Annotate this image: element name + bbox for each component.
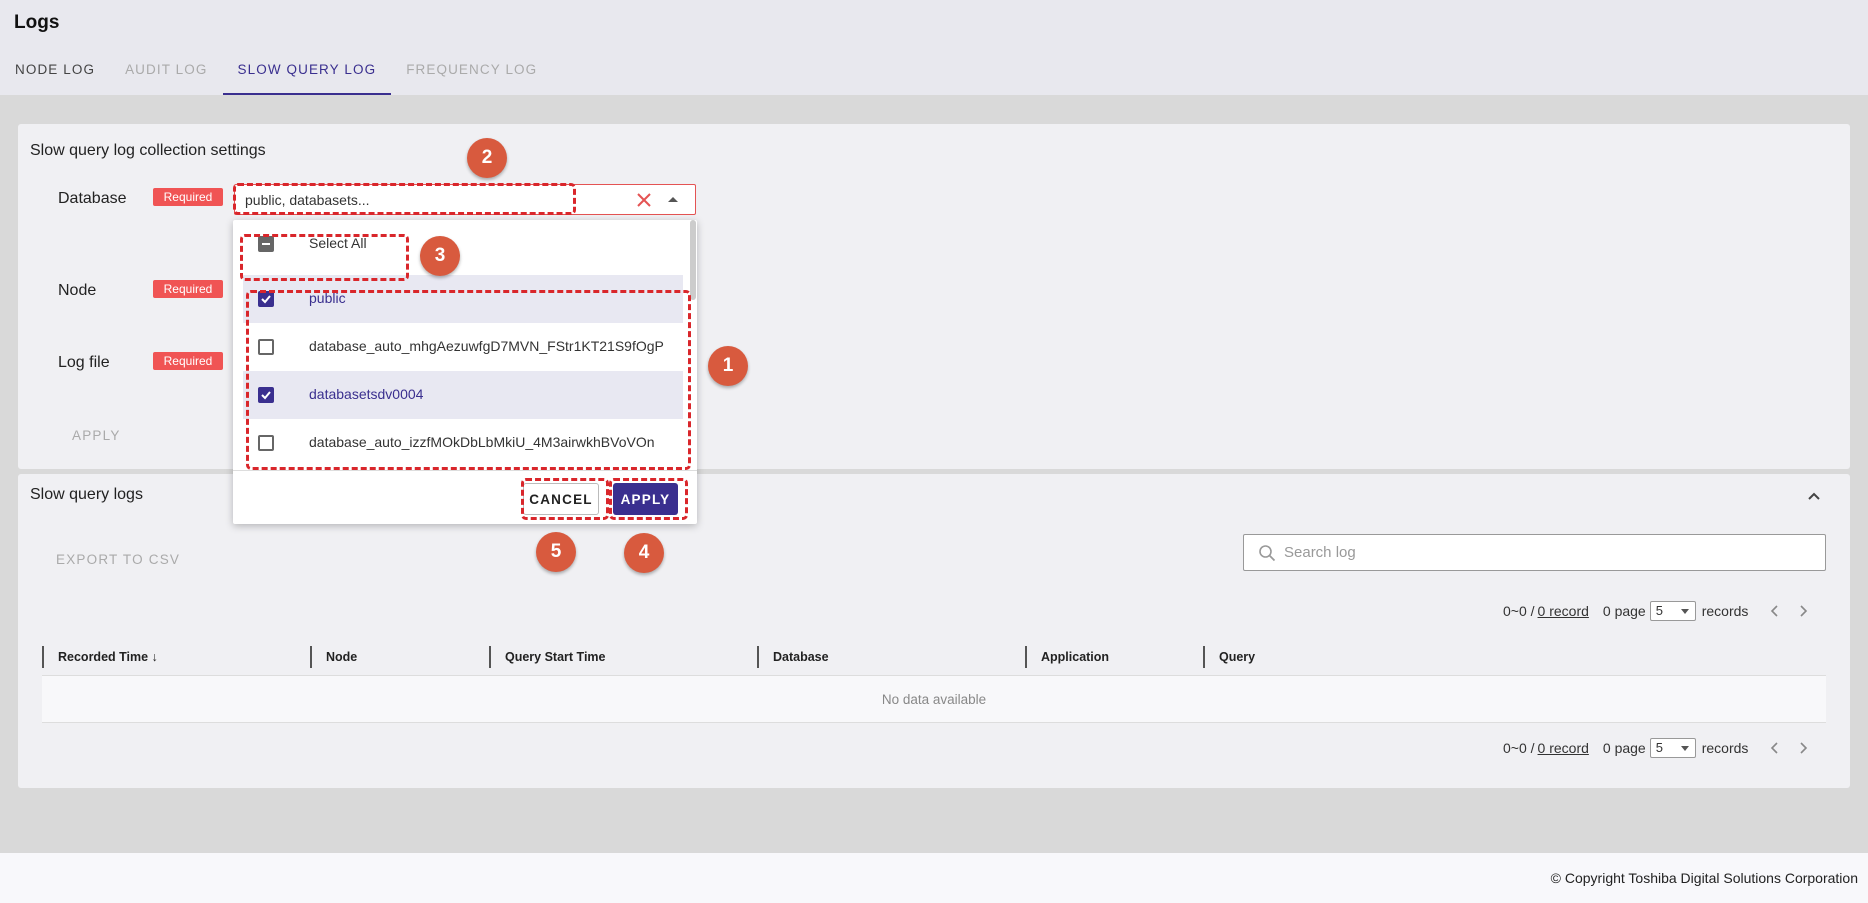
settings-apply-button[interactable]: APPLY	[72, 428, 121, 443]
annotation-marker-5: 5	[536, 532, 576, 572]
per-page-value: 5	[1655, 740, 1663, 755]
footer: © Copyright Toshiba Digital Solutions Co…	[0, 853, 1868, 903]
pager-records-link[interactable]: 0 record	[1538, 740, 1589, 756]
no-data-message: No data available	[881, 692, 987, 707]
select-all-option[interactable]: Select All	[243, 220, 683, 268]
per-page-select[interactable]: 5	[1649, 738, 1696, 758]
tab-frequency-log[interactable]: FREQUENCY LOG	[391, 55, 552, 95]
database-label: Database	[58, 190, 127, 207]
pager-pages: 0 page	[1602, 740, 1646, 756]
chevron-right-icon[interactable]	[1796, 741, 1810, 755]
annotation-marker-1: 1	[708, 346, 748, 386]
search-log-input[interactable]	[1284, 535, 1814, 570]
node-required-badge: Required	[153, 280, 223, 298]
option-checkbox[interactable]	[258, 435, 274, 451]
chevron-up-icon[interactable]	[1806, 488, 1822, 504]
option-checkbox[interactable]	[258, 387, 274, 403]
table-body: No data available	[42, 675, 1826, 723]
pager-records-link[interactable]: 0 record	[1538, 603, 1589, 619]
option-checkbox[interactable]	[258, 291, 274, 307]
database-option[interactable]: database_auto_izzfMOkDbLbMkiU_4M3airwkhB…	[243, 419, 683, 467]
caret-up-icon[interactable]	[668, 197, 678, 202]
chevron-left-icon[interactable]	[1768, 604, 1782, 618]
col-database[interactable]: Database	[757, 646, 829, 668]
pager-pages: 0 page	[1602, 603, 1646, 619]
annotation-marker-2: 2	[467, 138, 507, 178]
option-label: database_auto_mhgAezuwfgD7MVN_FStr1KT21S…	[309, 338, 664, 354]
dropdown-cancel-button[interactable]: CANCEL	[523, 483, 599, 515]
caret-down-icon	[1680, 746, 1689, 751]
database-option[interactable]: public	[243, 275, 683, 323]
per-page-select[interactable]: 5	[1649, 601, 1696, 621]
col-application[interactable]: Application	[1025, 646, 1109, 668]
tab-audit-log[interactable]: AUDIT LOG	[110, 55, 222, 95]
page-title: Logs	[14, 12, 60, 33]
pager-records-label: records	[1701, 740, 1749, 756]
pager-range: 0~0 /	[1503, 740, 1535, 756]
annotation-marker-3: 3	[420, 236, 460, 276]
col-query-start-time[interactable]: Query Start Time	[489, 646, 606, 668]
option-checkbox[interactable]	[258, 339, 274, 355]
tab-node-log[interactable]: NODE LOG	[0, 55, 110, 95]
database-option[interactable]: databasetsdv0004	[243, 371, 683, 419]
dropdown-apply-button[interactable]: APPLY	[613, 483, 678, 515]
chevron-right-icon[interactable]	[1796, 604, 1810, 618]
table-header: Recorded Time ↓ Node Query Start Time Da…	[42, 640, 1826, 674]
search-icon	[1259, 545, 1276, 562]
database-dropdown: Select All public database_auto_mhgAezuw…	[233, 220, 697, 524]
option-label: public	[309, 290, 346, 306]
copyright-text: © Copyright Toshiba Digital Solutions Co…	[1550, 870, 1858, 886]
checkmark-icon	[261, 295, 271, 304]
settings-title: Slow query log collection settings	[30, 142, 266, 159]
dropdown-divider	[233, 470, 697, 471]
select-all-label: Select All	[309, 235, 367, 251]
database-select-input[interactable]: public, databasets...	[234, 184, 696, 215]
search-box	[1243, 534, 1826, 571]
tab-slow-query-log[interactable]: SLOW QUERY LOG	[222, 55, 392, 95]
col-query[interactable]: Query	[1203, 646, 1255, 668]
pagination-top: 0~0 / 0 record 0 page 5 records	[1503, 600, 1810, 622]
database-option[interactable]: database_auto_mhgAezuwfgD7MVN_FStr1KT21S…	[243, 323, 683, 371]
per-page-value: 5	[1655, 603, 1663, 618]
log-tabs: NODE LOG AUDIT LOG SLOW QUERY LOG FREQUE…	[0, 55, 552, 95]
pager-records-label: records	[1701, 603, 1749, 619]
export-csv-button[interactable]: EXPORT TO CSV	[56, 552, 180, 567]
option-label: database_auto_izzfMOkDbLbMkiU_4M3airwkhB…	[309, 434, 655, 450]
col-recorded-time[interactable]: Recorded Time ↓	[42, 646, 158, 668]
pager-range: 0~0 /	[1503, 603, 1535, 619]
option-label: databasetsdv0004	[309, 386, 424, 402]
checkmark-icon	[261, 391, 271, 400]
database-selected-value: public, databasets...	[245, 192, 370, 208]
pagination-bottom: 0~0 / 0 record 0 page 5 records	[1503, 737, 1810, 759]
dropdown-scrollbar[interactable]	[690, 220, 696, 300]
logs-title: Slow query logs	[30, 486, 143, 503]
chevron-left-icon[interactable]	[1768, 741, 1782, 755]
database-required-badge: Required	[153, 188, 223, 206]
caret-down-icon	[1680, 609, 1689, 614]
logfile-label: Log file	[58, 354, 110, 371]
clear-icon[interactable]	[636, 192, 652, 208]
header: Logs NODE LOG AUDIT LOG SLOW QUERY LOG F…	[0, 0, 1868, 95]
select-all-checkbox[interactable]	[258, 236, 274, 252]
logfile-required-badge: Required	[153, 352, 223, 370]
node-label: Node	[58, 282, 97, 299]
col-node[interactable]: Node	[310, 646, 357, 668]
annotation-marker-4: 4	[624, 533, 664, 573]
